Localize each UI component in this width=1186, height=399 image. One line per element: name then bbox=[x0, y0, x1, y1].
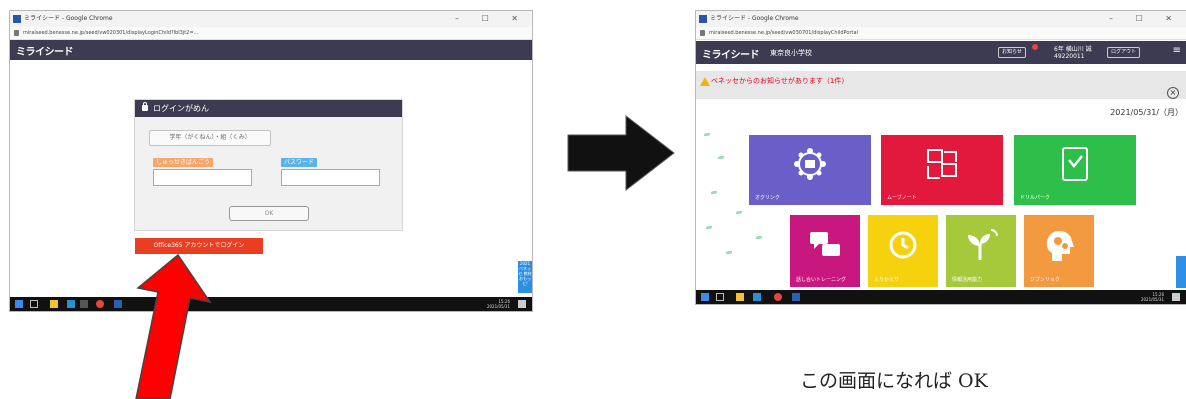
tile-label: 話し合いトレーニング bbox=[796, 277, 847, 283]
notice-message[interactable]: ベネッセからのお知らせがあります（1件） bbox=[711, 76, 848, 86]
okulink-tile[interactable]: オクリンク bbox=[749, 135, 871, 205]
lock-icon bbox=[14, 30, 19, 36]
warning-icon bbox=[700, 77, 710, 86]
window-title: ミライシード - Google Chrome bbox=[710, 15, 799, 22]
leaf-decoration bbox=[736, 211, 742, 214]
notification-icon[interactable] bbox=[1172, 293, 1180, 301]
app-logo: ミライシード bbox=[702, 50, 760, 61]
tray-date: 2021/05/31 bbox=[1140, 297, 1164, 302]
app-icon bbox=[699, 15, 707, 23]
leaf-decoration bbox=[718, 156, 724, 159]
login-dialog: ログインがめん 学年（がくねん）・組（くみ） しゅっせきばんごう パスワード O… bbox=[134, 99, 403, 231]
address-bar[interactable]: miraiseed.benesse.ne.jp/seed/vw020301/di… bbox=[10, 27, 532, 40]
portal-screenshot: ミライシード - Google Chrome – ☐ ✕ miraiseed.b… bbox=[695, 10, 1186, 305]
dialog-header: ログインがめん bbox=[135, 100, 402, 117]
sprout-icon bbox=[968, 229, 998, 261]
id-input[interactable] bbox=[153, 169, 252, 186]
browser-titlebar: ミライシード - Google Chrome – ☐ ✕ bbox=[696, 11, 1186, 27]
logout-button[interactable]: ログアウト bbox=[1107, 47, 1141, 58]
window-title: ミライシード - Google Chrome bbox=[24, 15, 113, 22]
taskbar: 15:26 2021/05/31 bbox=[696, 290, 1186, 304]
task-view-icon[interactable] bbox=[30, 300, 38, 308]
tile-label: ふりかえり bbox=[874, 277, 900, 283]
app-icon[interactable] bbox=[753, 293, 761, 301]
notification-icon[interactable] bbox=[518, 300, 526, 308]
head-gears-icon bbox=[1046, 231, 1074, 262]
windows-start-icon[interactable] bbox=[15, 300, 23, 308]
url-text: miraiseed.benesse.ne.jp/seed/vw020301/di… bbox=[23, 30, 199, 36]
notice-badge bbox=[1032, 44, 1038, 50]
task-view-icon[interactable] bbox=[716, 293, 724, 301]
jibunryoku-tile[interactable]: ジブンリョク bbox=[1024, 215, 1094, 287]
password-label: パスワード bbox=[281, 158, 318, 167]
furikaeri-tile[interactable]: ふりかえり bbox=[868, 215, 938, 287]
system-tray[interactable]: 15:26 2021/05/31 bbox=[1141, 292, 1164, 302]
app-icon bbox=[13, 15, 21, 23]
tray-date: 2021/05/31 bbox=[486, 304, 510, 309]
file-explorer-icon[interactable] bbox=[736, 293, 744, 301]
system-tray[interactable]: 15:26 2021/05/31 bbox=[487, 299, 510, 309]
chrome-icon[interactable] bbox=[96, 300, 104, 308]
lock-icon bbox=[142, 102, 148, 111]
windows-start-icon[interactable] bbox=[701, 293, 709, 301]
app-icon[interactable] bbox=[67, 300, 75, 308]
menu-icon[interactable]: ≡ bbox=[1173, 46, 1181, 56]
chat-icon bbox=[810, 232, 840, 257]
arrow-up-icon bbox=[135, 253, 212, 399]
user-id: 49220011 bbox=[1054, 53, 1085, 60]
discussion-training-tile[interactable]: 話し合いトレーニング bbox=[790, 215, 860, 287]
leaf-decoration bbox=[756, 236, 762, 239]
id-label: しゅっせきばんごう bbox=[153, 158, 214, 167]
leaf-decoration bbox=[711, 191, 717, 194]
arrow-right-icon bbox=[567, 114, 675, 192]
tile-label: オクリンク bbox=[755, 195, 780, 201]
user-grade: 6年 横山川 誠 bbox=[1054, 46, 1092, 53]
network-icon bbox=[794, 148, 826, 181]
password-input[interactable] bbox=[281, 169, 380, 186]
close-icon[interactable]: × bbox=[1167, 87, 1179, 99]
info-literacy-tile[interactable]: 情報活用能力 bbox=[946, 215, 1016, 287]
current-date: 2021/05/31/（月） bbox=[1110, 108, 1183, 117]
notice-bar[interactable]: ベネッセからのお知らせがあります（1件） × bbox=[696, 71, 1186, 99]
leaf-decoration bbox=[706, 226, 712, 229]
notice-button[interactable]: お知らせ bbox=[998, 47, 1026, 58]
leaf-decoration bbox=[704, 133, 710, 136]
tablet-icon bbox=[1062, 147, 1088, 182]
store-icon[interactable] bbox=[80, 300, 88, 308]
move-arrows-icon bbox=[927, 149, 957, 180]
app-logo: ミライシード bbox=[16, 47, 74, 58]
ok-button[interactable]: OK bbox=[229, 206, 309, 221]
caption-text: この画面になれば OK bbox=[800, 370, 988, 392]
taskbar: 15:26 2021/05/31 bbox=[10, 297, 532, 311]
browser-titlebar: ミライシード - Google Chrome – ☐ ✕ bbox=[10, 11, 532, 27]
chrome-icon[interactable] bbox=[774, 293, 782, 301]
grade-class-button[interactable]: 学年（がくねん）・組（くみ） bbox=[149, 130, 271, 146]
side-widget[interactable] bbox=[1176, 256, 1186, 288]
history-icon bbox=[889, 231, 917, 259]
login-screenshot: ミライシード - Google Chrome – ☐ ✕ miraiseed.b… bbox=[9, 10, 533, 312]
app-header: ミライシード 東奈良小学校 お知らせ 6年 横山川 誠 49220011 ログア… bbox=[696, 41, 1186, 64]
window-controls[interactable]: – ☐ ✕ bbox=[1109, 11, 1182, 27]
dialog-title: ログインがめん bbox=[153, 104, 209, 113]
app-header: ミライシード bbox=[10, 40, 532, 60]
word-icon[interactable] bbox=[792, 293, 800, 301]
lock-icon bbox=[700, 30, 705, 36]
leaf-decoration bbox=[726, 251, 732, 254]
tile-label: ドリルパーク bbox=[1020, 195, 1051, 201]
window-controls[interactable]: – ☐ ✕ bbox=[455, 11, 528, 27]
file-explorer-icon[interactable] bbox=[50, 300, 58, 308]
tile-label: ジブンリョク bbox=[1030, 277, 1061, 283]
movenote-tile[interactable]: ムーブノート bbox=[881, 135, 1003, 205]
drillpark-tile[interactable]: ドリルパーク bbox=[1014, 135, 1136, 205]
school-name: 東奈良小学校 bbox=[770, 49, 812, 57]
address-bar[interactable]: miraiseed.benesse.ne.jp/seed/vw030701/di… bbox=[696, 27, 1186, 40]
side-widget[interactable]: 2021 ペネッセ 教材 おもっと! bbox=[518, 261, 532, 293]
tile-label: 情報活用能力 bbox=[952, 277, 983, 283]
url-text: miraiseed.benesse.ne.jp/seed/vw030701/di… bbox=[709, 30, 858, 36]
tile-label: ムーブノート bbox=[887, 195, 917, 201]
